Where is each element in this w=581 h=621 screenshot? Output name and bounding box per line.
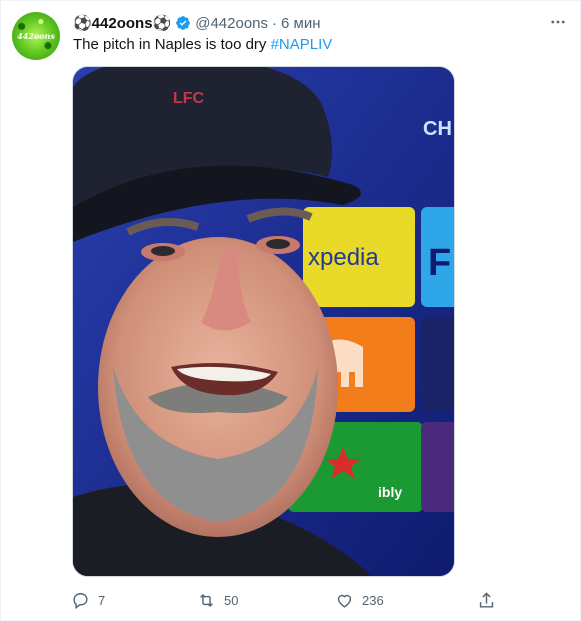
sponsor-board-expedia: xpedia (308, 244, 379, 271)
retweet-count: 50 (224, 592, 239, 608)
photo-illustration: xpedia CH F ibly LFC (73, 67, 454, 576)
hashtag-link[interactable]: #NAPLIV (271, 36, 333, 53)
reply-icon (73, 592, 88, 609)
avatar-logo-text: 442oons (17, 31, 55, 41)
more-icon (551, 20, 565, 24)
tweet-card[interactable]: 442oons ⚽442oons⚽ @442oons · 6 мин The p… (0, 0, 581, 621)
tweet-photo[interactable]: xpedia CH F ibly LFC (72, 66, 455, 577)
retweet-button[interactable]: 50 (197, 588, 238, 612)
retweet-icon (200, 593, 213, 607)
tweet-text-body: The pitch in Naples is too dry (73, 36, 271, 53)
tweet-text: The pitch in Naples is too dry #NAPLIV (73, 35, 332, 55)
author-handle[interactable]: @442oons (195, 15, 268, 32)
cap-badge: LFC (173, 90, 205, 107)
author-display-name[interactable]: ⚽442oons⚽ (73, 14, 171, 32)
share-icon (479, 591, 494, 608)
share-button[interactable] (477, 588, 496, 612)
sponsor-board-heineken: ibly (378, 484, 402, 500)
avatar[interactable]: 442oons (12, 12, 60, 60)
like-button[interactable]: 236 (335, 588, 384, 612)
reply-button[interactable]: 7 (71, 588, 105, 612)
verified-badge-icon (176, 16, 191, 30)
tweet-header: ⚽442oons⚽ @442oons · 6 мин (73, 12, 321, 34)
sponsor-board-ch: CH (423, 118, 452, 140)
sponsor-board-letter: F (428, 242, 451, 284)
tweet-actions: 7 50 236 (71, 588, 511, 612)
reply-count: 7 (98, 592, 106, 608)
heart-icon (337, 594, 352, 608)
more-options-button[interactable] (548, 13, 568, 31)
header-separator: · (272, 14, 277, 32)
tweet-timestamp[interactable]: 6 мин (281, 15, 321, 32)
like-count: 236 (362, 592, 384, 608)
